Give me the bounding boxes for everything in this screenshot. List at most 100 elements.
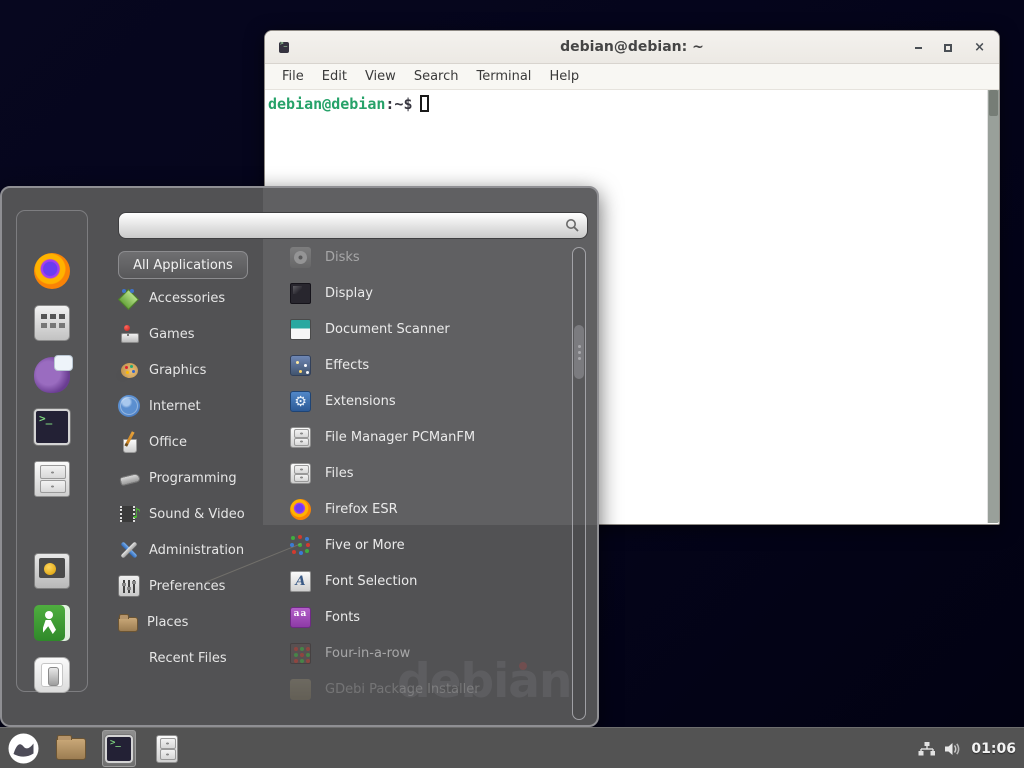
app-label: Disks: [325, 250, 360, 265]
app-label: Display: [325, 286, 373, 301]
category-label: Recent Files: [149, 651, 227, 666]
file-cabinet-icon: [290, 427, 311, 448]
terminal-icon[interactable]: >_: [34, 409, 70, 445]
menu-app-effects[interactable]: Effects: [290, 347, 568, 383]
terminal-menubar: File Edit View Search Terminal Help: [265, 64, 999, 90]
file-manager-launcher[interactable]: [54, 730, 88, 767]
search-icon: [565, 218, 580, 233]
menu-edit[interactable]: Edit: [313, 69, 356, 84]
menu-app-document-scanner[interactable]: Document Scanner: [290, 311, 568, 347]
shutdown-icon[interactable]: [34, 657, 70, 693]
app-label: Files: [325, 466, 354, 481]
menu-app-fonts[interactable]: aaFonts: [290, 599, 568, 635]
menu-search-input[interactable]: [127, 215, 559, 236]
app-label: Document Scanner: [325, 322, 450, 337]
terminal-titlebar[interactable]: >_ debian@debian: ~ ×: [265, 31, 999, 64]
menu-app-firefox-esr[interactable]: Firefox ESR: [290, 491, 568, 527]
category-label: Administration: [149, 543, 244, 558]
category-label: Graphics: [149, 363, 206, 378]
menu-app-extensions[interactable]: ⚙Extensions: [290, 383, 568, 419]
apps-scrollbar-thumb[interactable]: [574, 325, 584, 379]
menu-app-font-selection[interactable]: AFont Selection: [290, 563, 568, 599]
category-label: Accessories: [149, 291, 225, 306]
menu-help[interactable]: Help: [540, 69, 588, 84]
sound-video-icon: ♪: [118, 503, 140, 525]
maximize-button[interactable]: [944, 44, 952, 52]
category-programming[interactable]: Programming: [118, 463, 283, 493]
display-icon: [290, 283, 311, 304]
prompt-user: debian@debian: [268, 95, 385, 113]
pidgin-icon[interactable]: [34, 357, 70, 393]
menu-app-display[interactable]: Display: [290, 275, 568, 311]
firefox-icon: [290, 499, 311, 520]
category-sound-video[interactable]: ♪ Sound & Video: [118, 499, 283, 529]
administration-icon: [118, 539, 140, 561]
folder-icon: [56, 738, 86, 760]
menu-file[interactable]: File: [273, 69, 313, 84]
category-office[interactable]: Office: [118, 427, 283, 457]
app-label: Font Selection: [325, 574, 417, 589]
category-label: Office: [149, 435, 187, 450]
category-preferences[interactable]: Preferences: [118, 571, 283, 601]
menu-app-file-manager-pcmanfm[interactable]: File Manager PCManFM: [290, 419, 568, 455]
apps-scrollbar[interactable]: [572, 247, 586, 720]
category-recent-files[interactable]: Recent Files: [118, 643, 283, 673]
software-manager-icon[interactable]: [34, 305, 70, 341]
category-label: All Applications: [133, 258, 233, 273]
category-games[interactable]: Games: [118, 319, 283, 349]
menu-logo-icon: [8, 733, 39, 764]
effects-icon: [290, 355, 311, 376]
fonts-icon: aa: [290, 607, 311, 628]
terminal-window-icon: >_: [279, 42, 289, 53]
four-in-a-row-icon: [290, 643, 311, 664]
category-label: Places: [147, 615, 188, 630]
category-all-applications[interactable]: All Applications: [118, 251, 248, 279]
terminal-taskbar-button[interactable]: >_: [102, 730, 136, 767]
menu-search-box[interactable]: [118, 212, 588, 239]
places-folder-icon: [118, 617, 138, 632]
app-label: Effects: [325, 358, 369, 373]
menu-view[interactable]: View: [356, 69, 405, 84]
internet-icon: [118, 395, 140, 417]
office-icon: [118, 431, 140, 453]
category-accessories[interactable]: Accessories: [118, 283, 283, 313]
preferences-icon: [118, 575, 140, 597]
lock-screen-icon[interactable]: [34, 553, 70, 589]
terminal-window-title: debian@debian: ~: [265, 39, 999, 55]
menu-app-disks[interactable]: Disks: [290, 239, 568, 275]
menu-app-files[interactable]: Files: [290, 455, 568, 491]
logout-icon[interactable]: [34, 605, 70, 641]
shell-prompt: debian@debian:~$: [265, 90, 999, 113]
clock[interactable]: 01:06: [971, 741, 1016, 757]
category-graphics[interactable]: Graphics: [118, 355, 283, 385]
firefox-icon[interactable]: [34, 253, 70, 289]
minimize-button[interactable]: [915, 47, 922, 49]
document-scanner-icon: [290, 319, 311, 340]
menu-search[interactable]: Search: [405, 69, 468, 84]
debian-watermark: debian: [397, 654, 571, 709]
file-manager-icon[interactable]: [34, 461, 70, 497]
app-label: Five or More: [325, 538, 405, 553]
terminal-scrollbar-thumb[interactable]: [989, 90, 998, 116]
category-label: Sound & Video: [149, 507, 245, 522]
extensions-icon: ⚙: [290, 391, 311, 412]
menu-app-five-or-more[interactable]: Five or More: [290, 527, 568, 563]
prompt-suffix: :~$: [385, 95, 412, 113]
category-places[interactable]: Places: [118, 607, 283, 637]
programming-icon: [118, 467, 140, 489]
network-icon[interactable]: [918, 741, 935, 757]
category-label: Games: [149, 327, 194, 342]
games-icon: [118, 323, 140, 345]
files-launcher[interactable]: [150, 730, 184, 767]
category-administration[interactable]: Administration: [118, 535, 283, 565]
volume-icon[interactable]: [944, 741, 962, 757]
menu-terminal[interactable]: Terminal: [467, 69, 540, 84]
taskbar: >_ 01:06: [0, 727, 1024, 768]
category-internet[interactable]: Internet: [118, 391, 283, 421]
desktop: >_ debian@debian: ~ × File Edit View Sea…: [0, 0, 1024, 768]
menu-button[interactable]: [6, 730, 40, 767]
close-button[interactable]: ×: [974, 41, 985, 54]
terminal-scrollbar[interactable]: [987, 90, 999, 523]
application-menu: >_ All Applications Accessories Games Gr…: [0, 186, 599, 727]
file-cabinet-icon: [156, 735, 178, 763]
